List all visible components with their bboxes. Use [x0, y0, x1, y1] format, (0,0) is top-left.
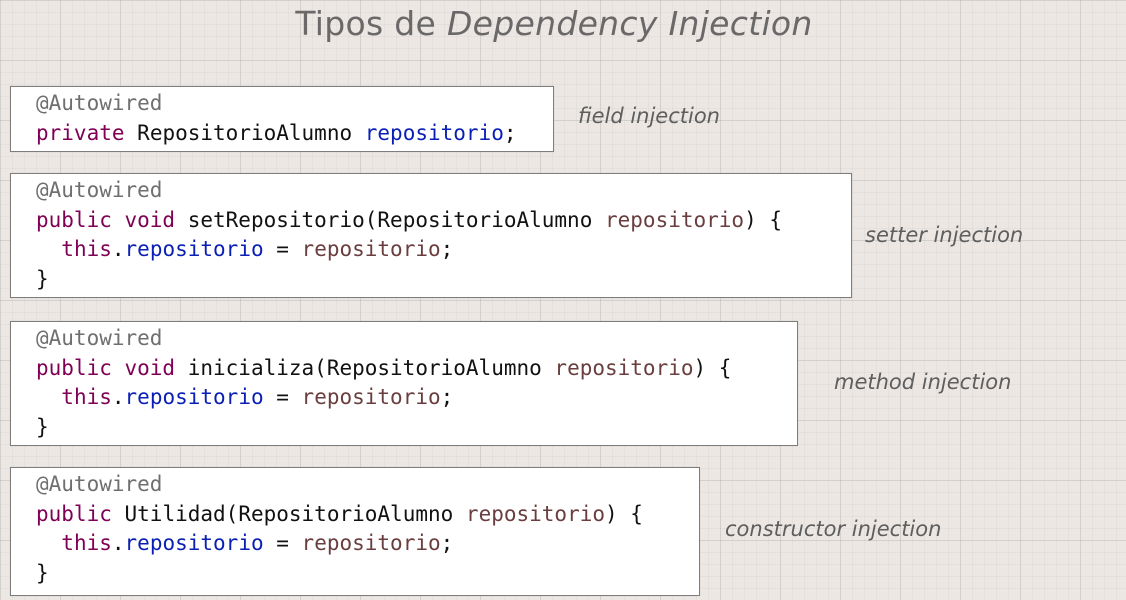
- open-brace: ) {: [605, 501, 643, 526]
- constructor-injection-label: constructor injection: [725, 517, 942, 541]
- param-type: RepositorioAlumno: [326, 355, 542, 380]
- annotation-line: @Autowired: [36, 178, 163, 202]
- annotation-line: @Autowired: [36, 91, 163, 115]
- field-injection-label: field injection: [578, 104, 720, 128]
- field-name: repositorio: [364, 120, 504, 145]
- close-brace: }: [36, 266, 49, 291]
- modifier-keyword: private: [36, 120, 125, 145]
- page-title: Tipos de Dependency Injection: [0, 4, 1108, 43]
- terminator: ;: [440, 531, 454, 555]
- title-prefix: Tipos de: [295, 4, 447, 43]
- assigned-value: repositorio: [301, 531, 441, 555]
- setter-injection-label: setter injection: [865, 223, 1024, 247]
- assign-operator: =: [263, 385, 302, 409]
- assign-operator: =: [263, 531, 302, 555]
- constructor-injection-code-block: @Autowired public Utilidad(RepositorioAlu…: [10, 467, 700, 596]
- title-emphasis: Dependency Injection: [446, 4, 813, 43]
- assign-operator: =: [263, 237, 302, 261]
- field-name: repositorio: [124, 237, 264, 261]
- terminator: ;: [440, 237, 454, 261]
- assignment-line: this.repositorio = repositorio;: [61, 237, 454, 261]
- this-keyword: this: [61, 531, 112, 555]
- modifier-keywords: public void: [36, 355, 176, 380]
- constructor-name: Utilidad: [124, 501, 226, 526]
- assignment-line: this.repositorio = repositorio;: [61, 385, 454, 409]
- type-name: RepositorioAlumno: [137, 120, 353, 145]
- modifier-keywords: public: [36, 501, 112, 526]
- param-name: repositorio: [605, 207, 745, 232]
- open-brace: ) {: [744, 207, 783, 232]
- field-name: repositorio: [124, 531, 264, 555]
- param-type: RepositorioAlumno: [377, 207, 593, 232]
- param-name: repositorio: [554, 355, 694, 380]
- method-injection-code-block: @Autowired public void inicializa(Reposit…: [10, 321, 798, 446]
- terminator: ;: [503, 120, 517, 145]
- assigned-value: repositorio: [301, 385, 441, 409]
- method-signature-line: public void inicializa(RepositorioAlumno…: [36, 355, 732, 380]
- assignment-line: this.repositorio = repositorio;: [61, 531, 454, 555]
- param-name: repositorio: [465, 501, 605, 526]
- field-injection-code-block: @Autowired private RepositorioAlumno repo…: [10, 86, 554, 152]
- terminator: ;: [440, 385, 454, 409]
- modifier-keywords: public void: [36, 207, 176, 232]
- setter-injection-code-block: @Autowired public void setRepositorio(Rep…: [10, 173, 852, 298]
- assigned-value: repositorio: [301, 237, 441, 261]
- open-brace: ) {: [693, 355, 732, 380]
- field-declaration-line: private RepositorioAlumno repositorio;: [36, 119, 553, 149]
- this-keyword: this: [61, 385, 112, 409]
- this-keyword: this: [61, 237, 112, 261]
- method-signature-line: public void setRepositorio(RepositorioAl…: [36, 207, 783, 232]
- method-name: setRepositorio: [187, 207, 365, 232]
- param-type: RepositorioAlumno: [238, 501, 454, 526]
- annotation-line: @Autowired: [36, 472, 163, 496]
- constructor-signature-line: public Utilidad(RepositorioAlumno reposi…: [36, 501, 643, 526]
- close-brace: }: [36, 560, 49, 585]
- annotation-line: @Autowired: [36, 326, 163, 350]
- field-name: repositorio: [124, 385, 264, 409]
- method-injection-label: method injection: [834, 370, 1012, 394]
- method-name: inicializa: [187, 355, 315, 380]
- close-brace: }: [36, 414, 49, 439]
